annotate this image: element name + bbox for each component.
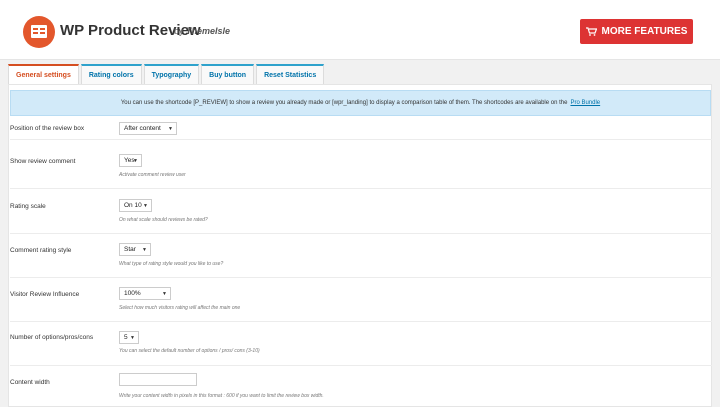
select-value: 5 bbox=[124, 334, 128, 341]
setting-description: On what scale should reviews be rated? bbox=[119, 217, 208, 223]
position-select[interactable]: After content ▼ bbox=[119, 122, 177, 135]
setting-row-content-width: Content width Write your content width i… bbox=[10, 366, 712, 407]
dropdown-arrow-icon: ▼ bbox=[133, 158, 138, 164]
setting-description: Write your content width in pixels in th… bbox=[119, 393, 324, 399]
setting-row-visitor-influence: Visitor Review Influence 100% ▼ Select h… bbox=[10, 278, 712, 322]
byline-author: ThemeIsle bbox=[186, 26, 231, 36]
setting-description: What type of rating style would you like… bbox=[119, 261, 224, 267]
content-width-input[interactable] bbox=[119, 373, 197, 386]
byline-prefix: by bbox=[174, 26, 184, 36]
setting-row-show-comment: Show review comment Yes ▼ Activate comme… bbox=[10, 140, 712, 189]
plugin-header: WP Product Review by ThemeIsle MORE FEAT… bbox=[0, 0, 720, 60]
setting-row-num-options: Number of options/pros/cons 5 ▼ You can … bbox=[10, 322, 712, 366]
show-comment-select[interactable]: Yes ▼ bbox=[119, 154, 142, 167]
notice-text: You can use the shortcode [P_REVIEW] to … bbox=[120, 100, 568, 106]
select-value: Star bbox=[124, 246, 136, 253]
tab-reset-statistics[interactable]: Reset Statistics bbox=[256, 64, 325, 84]
cart-icon bbox=[585, 27, 597, 36]
setting-label: Number of options/pros/cons bbox=[10, 334, 94, 341]
more-features-label: MORE FEATURES bbox=[601, 26, 688, 37]
more-features-button[interactable]: MORE FEATURES bbox=[580, 19, 693, 44]
settings-tabs: General settings Rating colors Typograph… bbox=[8, 64, 326, 85]
plugin-byline: by ThemeIsle bbox=[174, 26, 230, 36]
setting-label: Rating scale bbox=[10, 203, 46, 210]
setting-description: You can select the default number of opt… bbox=[119, 348, 260, 354]
comment-style-select[interactable]: Star ▼ bbox=[119, 243, 151, 256]
dropdown-arrow-icon: ▼ bbox=[143, 203, 148, 209]
setting-row-comment-style: Comment rating style Star ▼ What type of… bbox=[10, 234, 712, 278]
shortcode-notice: You can use the shortcode [P_REVIEW] to … bbox=[10, 90, 711, 116]
dropdown-arrow-icon: ▼ bbox=[142, 247, 147, 253]
setting-row-position: Position of the review box After content… bbox=[10, 118, 712, 140]
settings-panel: You can use the shortcode [P_REVIEW] to … bbox=[8, 84, 712, 407]
setting-label: Comment rating style bbox=[10, 247, 72, 254]
visitor-influence-select[interactable]: 100% ▼ bbox=[119, 287, 171, 300]
select-value: 100% bbox=[124, 290, 141, 297]
setting-label: Position of the review box bbox=[10, 125, 85, 132]
dropdown-arrow-icon: ▼ bbox=[168, 126, 173, 132]
num-options-select[interactable]: 5 ▼ bbox=[119, 331, 139, 344]
pro-bundle-link[interactable]: Pro Bundle bbox=[570, 100, 600, 106]
setting-description: Select how much visitors rating will aff… bbox=[119, 305, 241, 311]
setting-label: Show review comment bbox=[10, 158, 76, 165]
dropdown-arrow-icon: ▼ bbox=[162, 291, 167, 297]
tab-typography[interactable]: Typography bbox=[143, 64, 200, 84]
tab-general-settings[interactable]: General settings bbox=[8, 64, 79, 85]
setting-description: Activate comment review user bbox=[119, 172, 186, 178]
setting-row-rating-scale: Rating scale On 10 ▼ On what scale shoul… bbox=[10, 189, 712, 234]
plugin-logo bbox=[23, 16, 55, 48]
tab-buy-button[interactable]: Buy button bbox=[201, 64, 255, 84]
select-value: On 10 bbox=[124, 202, 142, 209]
setting-label: Content width bbox=[10, 379, 50, 386]
dropdown-arrow-icon: ▼ bbox=[130, 335, 135, 341]
setting-label: Visitor Review Influence bbox=[10, 291, 80, 298]
tab-rating-colors[interactable]: Rating colors bbox=[80, 64, 142, 84]
select-value: After content bbox=[124, 125, 161, 132]
rating-scale-select[interactable]: On 10 ▼ bbox=[119, 199, 152, 212]
review-doc-icon bbox=[31, 25, 47, 38]
